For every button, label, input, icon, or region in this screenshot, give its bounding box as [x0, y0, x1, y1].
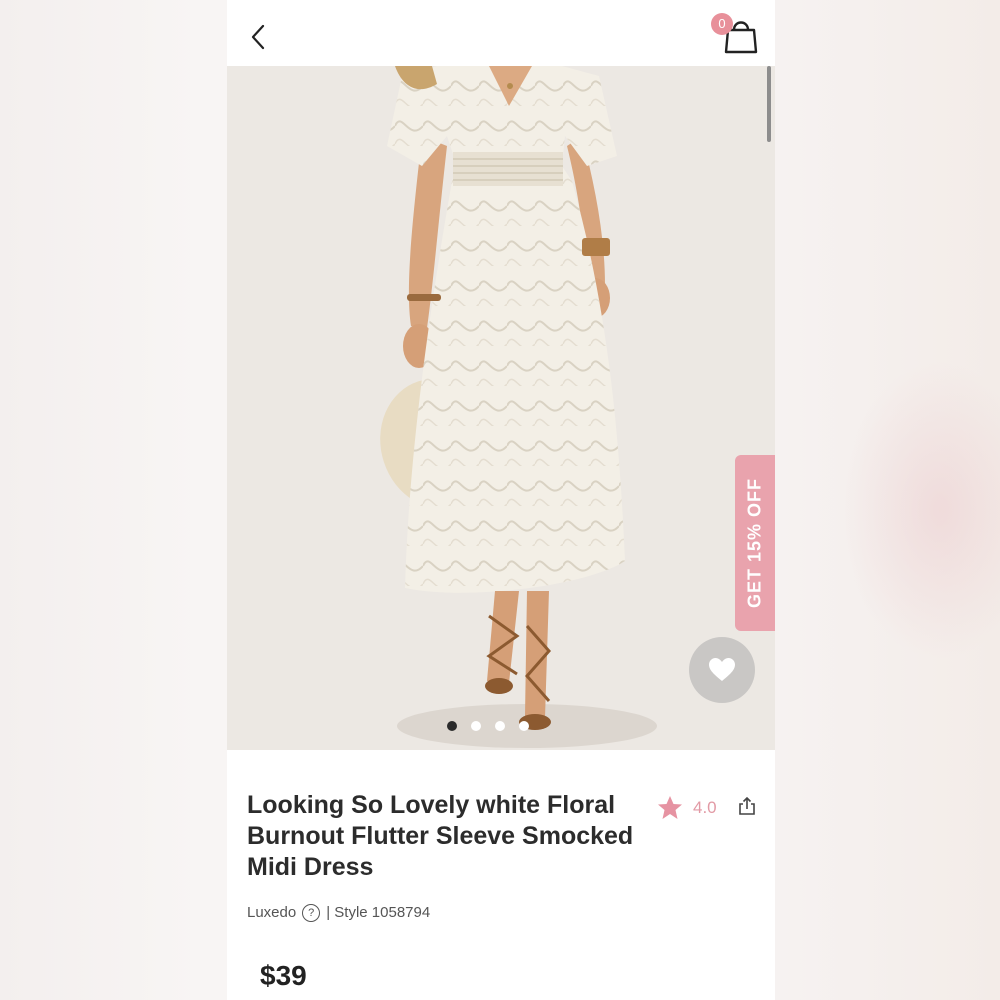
product-photo: [227, 66, 775, 750]
gallery-dot[interactable]: [471, 721, 481, 731]
backdrop-blush: [840, 360, 1000, 660]
chevron-left-icon: [251, 24, 265, 50]
star-icon: [658, 796, 682, 819]
share-icon: [739, 796, 755, 815]
cart-count-badge: 0: [711, 13, 733, 35]
question-circle-icon[interactable]: ?: [302, 904, 321, 922]
gallery-dot[interactable]: [447, 721, 457, 731]
brand-name[interactable]: Luxedo: [247, 904, 296, 921]
product-price: $39: [260, 960, 307, 991]
gallery-pagination: [447, 721, 557, 733]
gallery-dot[interactable]: [495, 721, 505, 731]
heart-icon: [709, 658, 735, 681]
product-image-gallery[interactable]: GET 15% OFF: [227, 66, 775, 750]
app-screen: 0 GET 15% OFF Looking So Lovely white Fl…: [227, 0, 775, 1000]
discount-promo-tab[interactable]: GET 15% OFF: [735, 455, 775, 631]
promo-label: GET 15% OFF: [744, 477, 765, 609]
gallery-dot[interactable]: [519, 721, 529, 731]
style-number: | Style 1058794: [326, 904, 431, 921]
favorite-button[interactable]: [689, 637, 755, 703]
back-button[interactable]: [245, 20, 275, 54]
gallery-scrollbar[interactable]: [767, 66, 771, 142]
top-bar: 0: [227, 0, 775, 66]
product-title: Looking So Lovely white Floral Burnout F…: [247, 791, 634, 881]
rating-value: 4.0: [693, 798, 717, 817]
share-button[interactable]: [737, 796, 757, 816]
product-meta: Luxedo? | Style 1058794: [247, 904, 430, 922]
product-info: Looking So Lovely white Floral Burnout F…: [227, 750, 775, 1000]
